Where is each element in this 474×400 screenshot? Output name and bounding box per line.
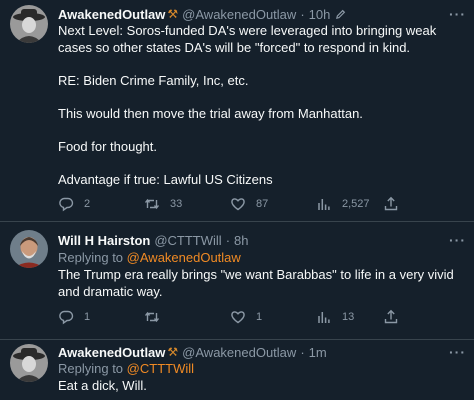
- display-name[interactable]: AwakenedOutlaw: [58, 7, 165, 22]
- user-handle[interactable]: @AwakenedOutlaw: [182, 7, 296, 22]
- separator: ·: [300, 6, 305, 22]
- like-count: 1: [256, 311, 263, 323]
- view-count: 13: [342, 311, 355, 323]
- tweet-paragraph: Next Level: Soros-funded DA's were lever…: [58, 23, 437, 55]
- separator: ·: [225, 232, 231, 248]
- mention-link[interactable]: @CTTTWill: [127, 361, 194, 376]
- reply-icon: [59, 310, 74, 325]
- display-name[interactable]: AwakenedOutlaw: [58, 345, 165, 360]
- replying-to-label: Replying to: [58, 361, 124, 376]
- share-icon: [384, 309, 398, 324]
- tweet-paragraph: Food for thought.: [58, 138, 158, 154]
- retweet-button[interactable]: [144, 309, 230, 325]
- tweet-text: The Trump era really brings "we want Bar…: [58, 267, 466, 300]
- like-count: 87: [256, 198, 269, 210]
- separator: ·: [300, 344, 305, 360]
- share-icon: [384, 196, 398, 211]
- tweet-paragraph: This would then move the trial away from…: [58, 105, 363, 121]
- reply-button[interactable]: 2: [58, 196, 144, 212]
- retweet-icon: [144, 198, 160, 210]
- tweet-paragraph: RE: Biden Crime Family, Inc, etc.: [58, 72, 249, 88]
- retweet-icon: [144, 311, 160, 323]
- like-button[interactable]: 1: [230, 309, 316, 325]
- avatar-cowboy[interactable]: [10, 5, 48, 43]
- replying-to: Replying to @CTTTWill: [58, 361, 194, 376]
- pencil-icon[interactable]: [335, 9, 346, 20]
- retweet-button[interactable]: 33: [144, 196, 230, 212]
- avatar-cowboy[interactable]: [10, 344, 48, 382]
- tweet-actions: 2 33 87 2,527: [58, 195, 402, 213]
- tweet-header: AwakenedOutlaw ⚒ @AwakenedOutlaw · 10h ·…: [58, 6, 466, 22]
- tweet-actions: 1 1 13: [58, 308, 402, 326]
- reply-count: 2: [84, 198, 91, 210]
- share-button[interactable]: [383, 309, 403, 325]
- like-button[interactable]: 87: [230, 196, 316, 212]
- reply-icon: [59, 197, 74, 212]
- user-handle[interactable]: @AwakenedOutlaw: [182, 345, 296, 360]
- view-count: 2,527: [342, 198, 370, 210]
- share-button[interactable]: [383, 196, 403, 212]
- tweet-text: Eat a dick, Will.: [58, 378, 466, 395]
- user-handle[interactable]: @CTTTWill: [154, 233, 221, 248]
- retweet-count: 33: [170, 198, 183, 210]
- tweet-paragraph: The Trump era really brings "we want Bar…: [58, 267, 454, 299]
- tweet-header: Will H Hairston @CTTTWill · 8h ···: [58, 232, 466, 248]
- more-options-icon[interactable]: ···: [449, 232, 466, 248]
- bar-chart-icon: [318, 312, 330, 323]
- avatar-will[interactable]: [10, 230, 48, 268]
- heart-icon: [231, 311, 245, 324]
- reply-button[interactable]: 1: [58, 309, 144, 325]
- reply-count: 1: [84, 311, 91, 323]
- more-options-icon[interactable]: ···: [449, 6, 466, 22]
- timestamp[interactable]: 8h: [234, 233, 248, 248]
- replying-to-label: Replying to: [58, 250, 124, 265]
- bar-chart-icon: [318, 199, 330, 210]
- tweet-paragraph: Advantage if true: Lawful US Citizens: [58, 171, 273, 187]
- heart-icon: [231, 198, 245, 211]
- pick-hammer-icon: ⚒: [167, 7, 179, 21]
- mention-link[interactable]: @AwakenedOutlaw: [127, 250, 241, 265]
- tweet-paragraph: Eat a dick, Will.: [58, 378, 147, 393]
- timestamp[interactable]: 1m: [309, 345, 327, 360]
- tweet-awakenedoutlaw-2[interactable]: AwakenedOutlaw ⚒ @AwakenedOutlaw · 1m ··…: [0, 340, 474, 400]
- timestamp[interactable]: 10h: [309, 7, 331, 22]
- display-name[interactable]: Will H Hairston: [58, 233, 150, 248]
- tweet-text: Next Level: Soros-funded DA's were lever…: [58, 23, 466, 188]
- tweet-header: AwakenedOutlaw ⚒ @AwakenedOutlaw · 1m ··…: [58, 344, 466, 360]
- more-options-icon[interactable]: ···: [449, 344, 466, 360]
- tweet-awakenedoutlaw-1[interactable]: AwakenedOutlaw ⚒ @AwakenedOutlaw · 10h ·…: [0, 0, 474, 221]
- tweet-will-hairston[interactable]: Will H Hairston @CTTTWill · 8h ··· Reply…: [0, 222, 474, 339]
- pick-hammer-icon: ⚒: [167, 345, 179, 359]
- replying-to: Replying to @AwakenedOutlaw: [58, 250, 241, 265]
